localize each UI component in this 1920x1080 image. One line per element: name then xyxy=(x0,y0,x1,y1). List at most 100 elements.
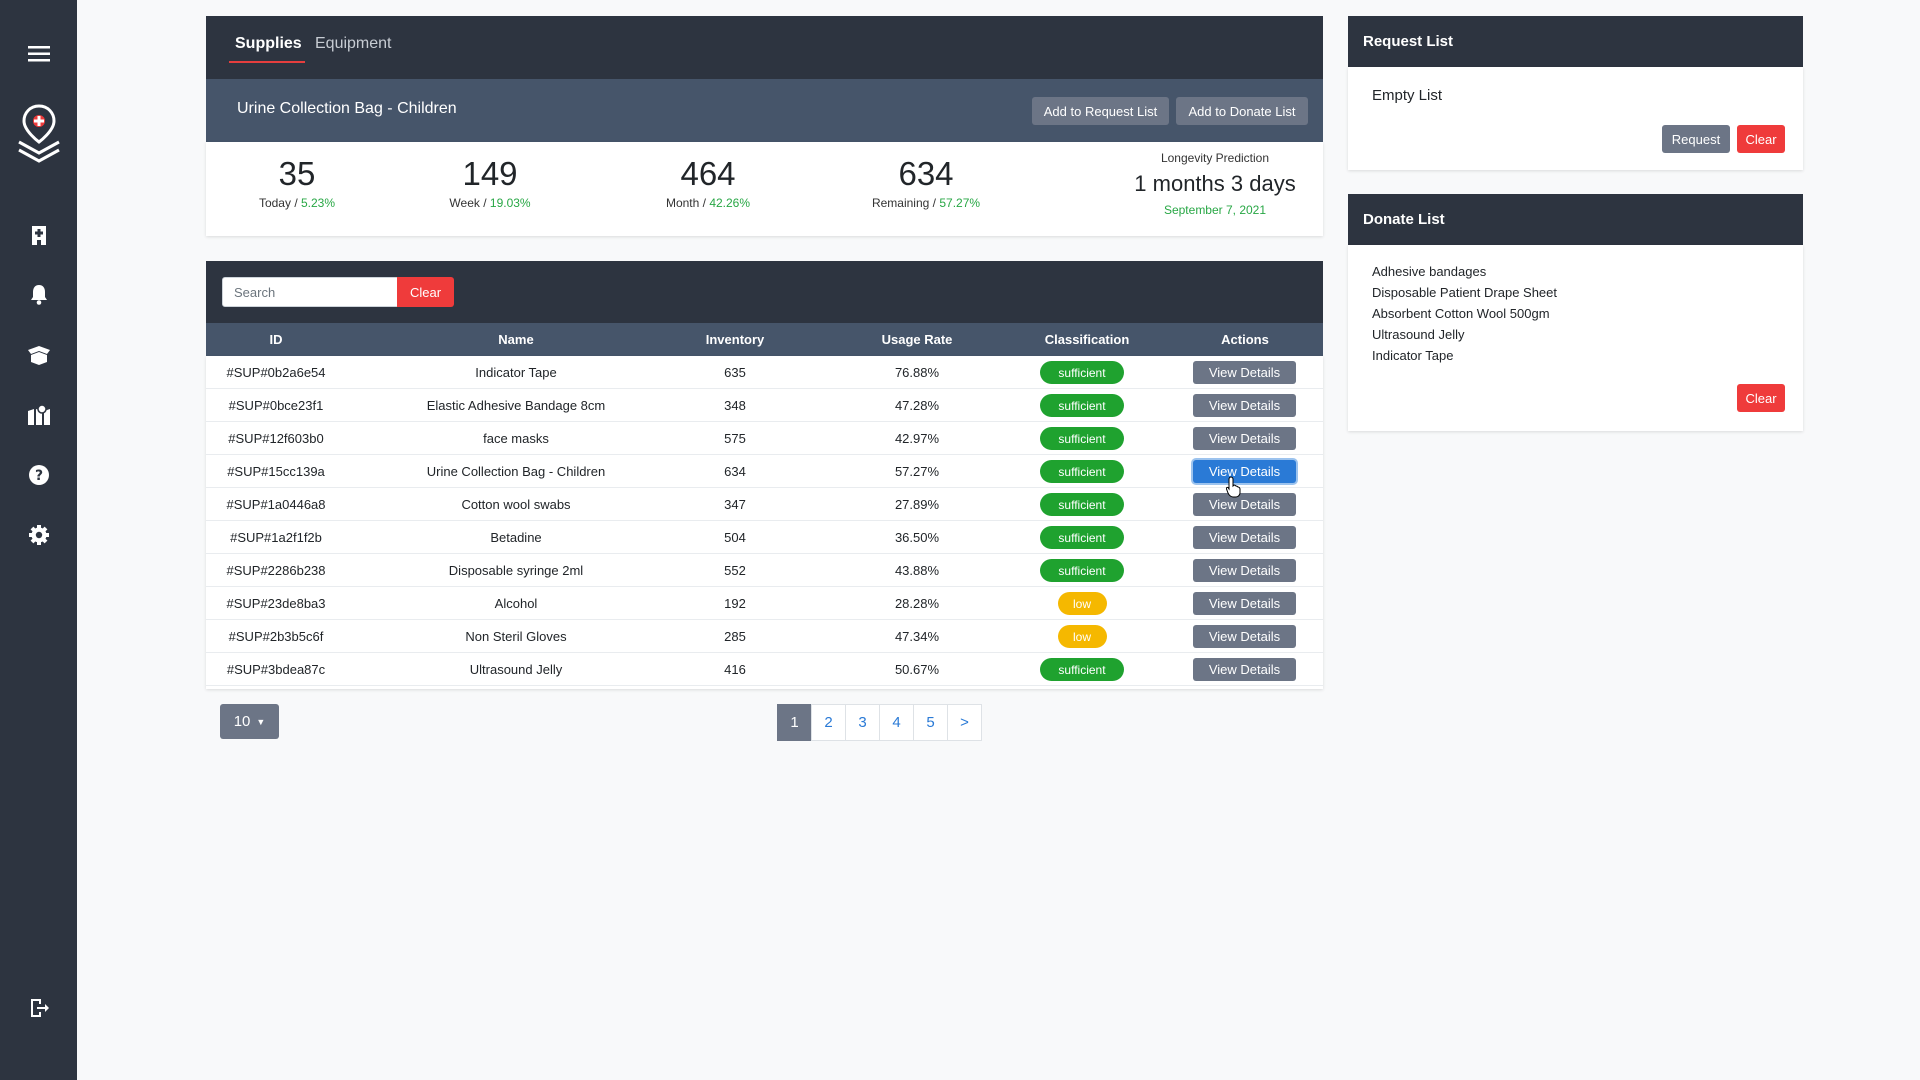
supplies-table-body: #SUP#0b2a6e54 Indicator Tape 635 76.88% suff… xyxy=(206,356,1323,689)
per-page-dropdown[interactable]: 10 ▼ xyxy=(220,704,279,739)
page-5-button[interactable]: 5 xyxy=(913,704,948,741)
column-header-name[interactable]: Name xyxy=(416,332,616,347)
list-item: Indicator Tape xyxy=(1372,348,1454,363)
stat-value: 634 xyxy=(898,155,954,192)
row-id: #SUP#1a0446a8 xyxy=(226,497,326,512)
view-details-button[interactable]: View Details xyxy=(1193,559,1296,582)
table-header: ID Name Inventory Usage Rate Classificat… xyxy=(206,323,1323,356)
classification-badge: low xyxy=(1057,625,1107,648)
view-details-button[interactable]: View Details xyxy=(1193,592,1296,615)
request-list-clear-button[interactable]: Clear xyxy=(1737,125,1785,153)
table-row: #SUP#1a0446a8 Cotton wool swabs 347 27.89% s… xyxy=(206,488,1323,521)
map-icon[interactable] xyxy=(0,403,77,427)
row-name: Cotton wool swabs xyxy=(461,497,571,512)
row-id: #SUP#12f603b0 xyxy=(228,431,324,446)
table-row: #SUP#0b2a6e54 Indicator Tape 635 76.88% suff… xyxy=(206,356,1323,389)
row-id: #SUP#1a2f1f2b xyxy=(230,530,322,545)
stat-label: Today xyxy=(258,196,291,211)
stat-percent: 19.03% xyxy=(489,196,531,211)
help-icon[interactable]: ? xyxy=(0,463,77,487)
add-to-request-list-button[interactable]: Add to Request List xyxy=(1032,97,1169,125)
row-name: face masks xyxy=(483,431,549,446)
classification-badge: sufficient xyxy=(1040,427,1124,450)
table-row: #SUP#23de8ba3 Alcohol 192 28.28% low View Det… xyxy=(206,587,1323,620)
logout-icon[interactable] xyxy=(0,996,77,1020)
request-list-title: Request List xyxy=(1348,16,1803,67)
view-details-button[interactable]: View Details xyxy=(1193,493,1296,516)
request-list-body: Empty List Request Clear xyxy=(1348,67,1803,170)
list-item: Disposable Patient Drape Sheet xyxy=(1372,285,1558,300)
row-usage-rate: 27.89% xyxy=(894,497,940,512)
view-details-button[interactable]: View Details xyxy=(1193,526,1296,549)
table-row: #SUP#0bce23f1 Elastic Adhesive Bandage 8c… xyxy=(206,389,1323,422)
classification-badge: sufficient xyxy=(1040,394,1124,417)
mouse-cursor-icon xyxy=(1226,476,1241,498)
search-input[interactable]: Search xyxy=(222,277,398,307)
page-1-button[interactable]: 1 xyxy=(777,704,812,741)
bell-icon[interactable] xyxy=(0,282,77,306)
logo-icon[interactable] xyxy=(0,104,77,166)
column-header-inventory[interactable]: Inventory xyxy=(685,332,785,347)
stat-percent: 42.26% xyxy=(709,196,751,211)
box-icon[interactable] xyxy=(0,343,77,367)
next-page-button[interactable]: > xyxy=(947,704,982,741)
classification-badge: sufficient xyxy=(1040,559,1124,582)
row-inventory: 285 xyxy=(724,629,746,644)
table-row: #SUP#1a2f1f2b Betadine 504 36.50% sufficient… xyxy=(206,521,1323,554)
list-item: Adhesive bandages xyxy=(1372,264,1487,279)
view-details-button[interactable]: View Details xyxy=(1193,460,1296,483)
add-to-donate-list-button[interactable]: Add to Donate List xyxy=(1176,97,1308,125)
page-4-button[interactable]: 4 xyxy=(879,704,914,741)
stat-value: 464 xyxy=(680,155,736,192)
table-row: #SUP#3bdea87c Ultrasound Jelly 416 50.67% su… xyxy=(206,653,1323,686)
page-2-button[interactable]: 2 xyxy=(811,704,846,741)
row-usage-rate: 43.88% xyxy=(894,563,940,578)
stat-percent: 5.23% xyxy=(301,196,336,211)
per-page-value: 10 xyxy=(233,713,251,730)
column-header-usage-rate[interactable]: Usage Rate xyxy=(842,332,992,347)
row-name: Alcohol xyxy=(494,596,538,611)
tab-equipment[interactable]: Equipment xyxy=(315,35,392,53)
view-details-button[interactable]: View Details xyxy=(1193,625,1296,648)
row-usage-rate: 36.50% xyxy=(894,530,940,545)
sidebar: ? xyxy=(0,0,77,1080)
view-details-button[interactable]: View Details xyxy=(1193,394,1296,417)
view-details-button[interactable]: View Details xyxy=(1193,658,1296,681)
list-item: Ultrasound Jelly xyxy=(1372,327,1465,342)
caret-down-icon: ▼ xyxy=(256,716,266,727)
row-inventory: 634 xyxy=(724,464,746,479)
menu-icon[interactable] xyxy=(0,42,77,66)
row-id: #SUP#3bdea87c xyxy=(226,662,326,677)
column-header-classification[interactable]: Classification xyxy=(1012,332,1162,347)
table-row: #SUP#2b3b5c6f Non Steril Gloves 285 47.34% l… xyxy=(206,620,1323,653)
search-clear-button[interactable]: Clear xyxy=(397,277,454,307)
row-id: #SUP#0b2a6e54 xyxy=(226,365,326,380)
stat-percent: 57.27% xyxy=(939,196,981,211)
request-list-empty-text: Empty List xyxy=(1372,87,1443,104)
row-inventory: 504 xyxy=(724,530,746,545)
view-details-button[interactable]: View Details xyxy=(1193,361,1296,384)
row-name: Ultrasound Jelly xyxy=(469,662,563,677)
prediction-label: Longevity Prediction xyxy=(1160,151,1270,165)
gear-icon[interactable] xyxy=(0,523,77,547)
row-name: Betadine xyxy=(490,530,542,545)
row-usage-rate: 47.34% xyxy=(894,629,940,644)
stat-label: Remaining xyxy=(871,196,930,211)
stat-today: 35 Today / 5.23% xyxy=(207,155,387,211)
table-toolbar: Search Clear xyxy=(206,261,1323,323)
column-header-id[interactable]: ID xyxy=(226,332,326,347)
donate-list-clear-button[interactable]: Clear xyxy=(1737,384,1785,412)
row-id: #SUP#2286b238 xyxy=(226,563,326,578)
row-usage-rate: 57.27% xyxy=(894,464,940,479)
row-name: Elastic Adhesive Bandage 8cm xyxy=(426,398,606,413)
view-details-button[interactable]: View Details xyxy=(1193,427,1296,450)
row-name: Urine Collection Bag - Children xyxy=(426,464,606,479)
page-3-button[interactable]: 3 xyxy=(845,704,880,741)
tab-supplies[interactable]: Supplies xyxy=(235,35,302,53)
classification-badge: sufficient xyxy=(1040,658,1124,681)
donate-list-body: Adhesive bandages Disposable Patient Dra… xyxy=(1348,245,1803,431)
row-name: Disposable syringe 2ml xyxy=(448,563,584,578)
row-inventory: 635 xyxy=(724,365,746,380)
request-button[interactable]: Request xyxy=(1662,125,1730,153)
hospital-icon[interactable] xyxy=(0,222,77,246)
